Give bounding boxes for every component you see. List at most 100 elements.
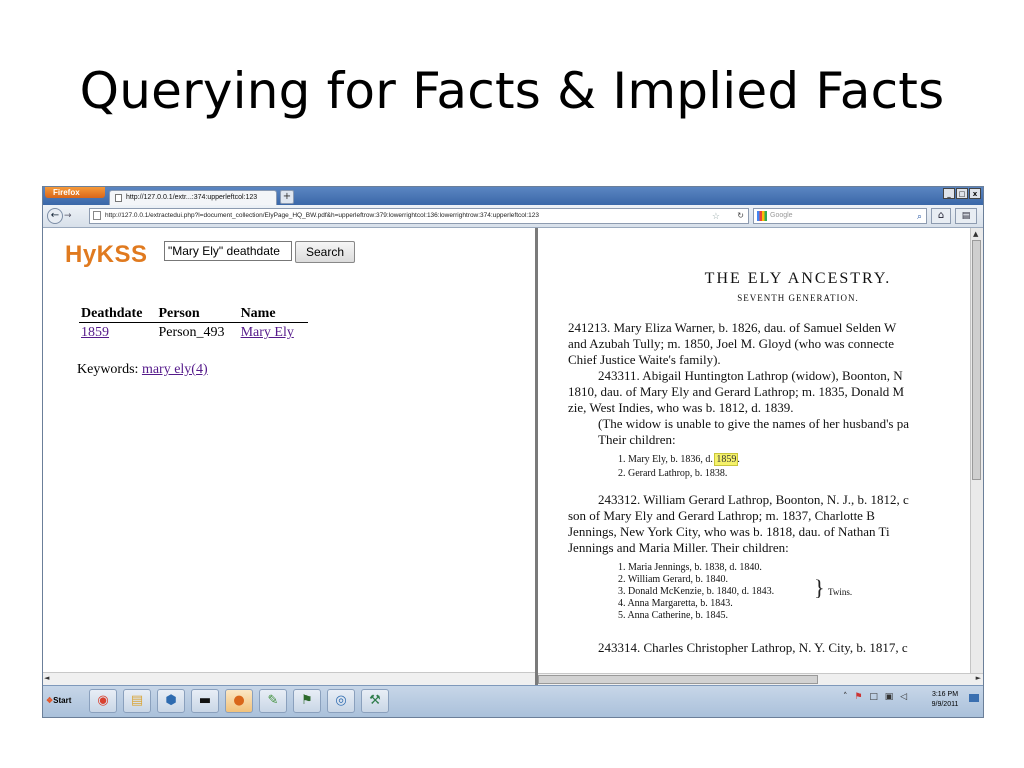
tab-title: http://127.0.0.1/extr...:374:upperleftco… (126, 194, 258, 201)
google-icon[interactable] (757, 211, 767, 221)
deathdate-cell: 1859 (79, 323, 156, 342)
column-header-deathdate: Deathdate (79, 306, 157, 323)
keywords-line: Keywords: mary ely(4) (77, 362, 208, 378)
virtualbox-icon[interactable]: ⬢ (157, 689, 185, 713)
url-text: http://127.0.0.1/extractedui.php?l=docum… (105, 212, 539, 219)
clock-date: 9/9/2011 (931, 701, 959, 708)
tray-expand-icon[interactable]: ˄ (843, 692, 850, 702)
star-icon[interactable]: ☆ (712, 209, 720, 223)
network-icon[interactable]: ◎ (327, 689, 355, 713)
twins-label: Twins. (828, 587, 853, 597)
editor-icon[interactable]: ✎ (259, 689, 287, 713)
terminal-icon[interactable]: ▬ (191, 689, 219, 713)
maximize-button[interactable]: □ (956, 188, 968, 199)
page-icon (115, 194, 122, 202)
new-tab-button[interactable]: + (280, 190, 294, 204)
child-entry: 1. Mary Ely, b. 1836, d. 1859. (618, 453, 740, 466)
document-vertical-scrollbar[interactable]: ▲ (970, 228, 983, 673)
hykss-pane: HyKSS "Mary Ely" deathdate Search Deathd… (43, 228, 535, 678)
back-arrow-icon[interactable]: ← (47, 208, 63, 224)
keywords-label: Keywords: (77, 362, 139, 377)
document-line: Chief Justice Waite's family). (568, 352, 721, 367)
forward-arrow-icon[interactable]: → (64, 210, 77, 222)
child-entry: 2. Gerard Lathrop, b. 1838. (618, 468, 728, 479)
document-line: Their children: (598, 432, 676, 447)
home-icon[interactable]: ⌂ (931, 208, 951, 224)
search-placeholder: Google (770, 212, 793, 219)
tab-bar: Firefox http://127.0.0.1/extr...:374:upp… (43, 187, 983, 205)
search-engine-input[interactable]: Google ⌕ (753, 208, 927, 224)
document-line: son of Mary Ely and Gerard Lathrop; m. 1… (568, 508, 875, 523)
document-line: Jennings, New York City, who was b. 1818… (568, 524, 890, 539)
table-header-row: Deathdate Person Name (79, 306, 308, 323)
child-entry: 2. William Gerard, b. 1840. (618, 574, 728, 585)
name-cell: Mary Ely (239, 323, 308, 342)
minimize-button[interactable]: _ (943, 188, 955, 199)
document-line: 1810, dau. of Mary Ely and Gerard Lathro… (568, 384, 905, 399)
document-pane: THE ELY ANCESTRY. SEVENTH GENERATION. 24… (538, 228, 970, 673)
volume-icon[interactable]: ◁ (900, 692, 909, 702)
reload-icon[interactable]: ↻ (737, 209, 744, 223)
person-cell: Person_493 (158, 325, 225, 340)
keyword-link[interactable]: mary ely(4) (142, 362, 208, 377)
image-icon[interactable]: ⚑ (293, 689, 321, 713)
browser-tab[interactable]: http://127.0.0.1/extr...:374:upperleftco… (109, 190, 277, 205)
magnifier-icon[interactable]: ⌕ (917, 209, 922, 223)
column-header-person: Person (156, 306, 239, 323)
document-line: Jennings and Maria Miller. Their childre… (568, 540, 789, 555)
left-horizontal-scrollbar[interactable]: ◄ (43, 672, 535, 685)
child-entry-suffix: . (737, 454, 740, 465)
document-line: zie, West Indies, who was b. 1812, d. 18… (568, 400, 794, 415)
scroll-up-icon[interactable]: ▲ (973, 230, 978, 238)
document-line: 243314. Charles Christopher Lathrop, N. … (598, 640, 908, 655)
tray-flag-icon[interactable]: ⚑ (854, 692, 864, 702)
system-tray[interactable]: ˄ ⚑ □ ▣ ◁ (843, 692, 909, 702)
search-button[interactable]: Search (295, 241, 355, 263)
query-input[interactable]: "Mary Ely" deathdate (164, 241, 292, 261)
system-clock[interactable]: 3:16 PM 9/9/2011 (925, 690, 965, 710)
document-title: THE ELY ANCESTRY. (704, 270, 892, 287)
show-desktop-button[interactable] (969, 694, 979, 702)
child-entry: 5. Anna Catherine, b. 1845. (618, 610, 728, 621)
navigation-bar: ← → http://127.0.0.1/extractedui.php?l=d… (43, 205, 983, 228)
tray-device-icon[interactable]: ▣ (885, 692, 896, 702)
chrome-icon[interactable]: ◉ (89, 689, 117, 713)
column-header-name: Name (238, 306, 308, 323)
windows-taskbar: ❖Start ◉ ▤ ⬢ ▬ ● ✎ ⚑ ◎ ⚒ ˄ ⚑ □ ▣ ◁ 3:16 … (43, 685, 983, 717)
highlighted-deathdate: 1859 (714, 453, 739, 466)
slide-title: Querying for Facts & Implied Facts (79, 62, 945, 120)
firefox-menu-button[interactable]: Firefox (45, 187, 105, 198)
scrollbar-thumb[interactable] (538, 675, 818, 684)
start-label: Start (53, 696, 72, 705)
menu-icon[interactable]: ▤ (955, 208, 977, 224)
window-controls: _ □ x (942, 188, 981, 200)
child-entry: 4. Anna Margaretta, b. 1843. (618, 598, 733, 609)
results-table: Deathdate Person Name 1859 Person_493 Ma… (79, 306, 308, 341)
document-line: 241213. Mary Eliza Warner, b. 1826, dau.… (568, 320, 897, 335)
start-button[interactable]: ❖Start (43, 692, 79, 710)
child-entry: 3. Donald McKenzie, b. 1840, d. 1843. (618, 586, 775, 597)
child-entry: 1. Maria Jennings, b. 1838, d. 1840. (618, 562, 762, 573)
firefox-icon[interactable]: ● (225, 689, 253, 713)
scroll-right-icon[interactable]: ► (976, 674, 981, 682)
hykss-logo: HyKSS (65, 241, 148, 268)
tool-icon[interactable]: ⚒ (361, 689, 389, 713)
page-icon (93, 211, 101, 220)
twins-brace: } (814, 575, 825, 600)
name-link[interactable]: Mary Ely (241, 325, 294, 340)
close-button[interactable]: x (969, 188, 981, 199)
scrollbar-thumb[interactable] (972, 240, 981, 480)
table-row: 1859 Person_493 Mary Ely (79, 323, 308, 342)
deathdate-link[interactable]: 1859 (81, 325, 109, 340)
clock-time: 3:16 PM (931, 691, 959, 698)
document-line: 243311. Abigail Huntington Lathrop (wido… (598, 368, 903, 383)
document-line: and Azubah Tully; m. 1850, Joel M. Gloyd… (568, 336, 895, 351)
tray-network-icon[interactable]: □ (869, 692, 880, 702)
folder-icon[interactable]: ▤ (123, 689, 151, 713)
child-entry-text: 1. Mary Ely, b. 1836, d. (618, 454, 716, 465)
scroll-left-icon[interactable]: ◄ (44, 674, 53, 683)
document-line: (The widow is unable to give the names o… (598, 416, 910, 431)
document-subtitle: SEVENTH GENERATION. (737, 293, 859, 303)
url-bar[interactable]: http://127.0.0.1/extractedui.php?l=docum… (89, 208, 749, 224)
browser-screenshot: Firefox http://127.0.0.1/extr...:374:upp… (42, 186, 984, 718)
